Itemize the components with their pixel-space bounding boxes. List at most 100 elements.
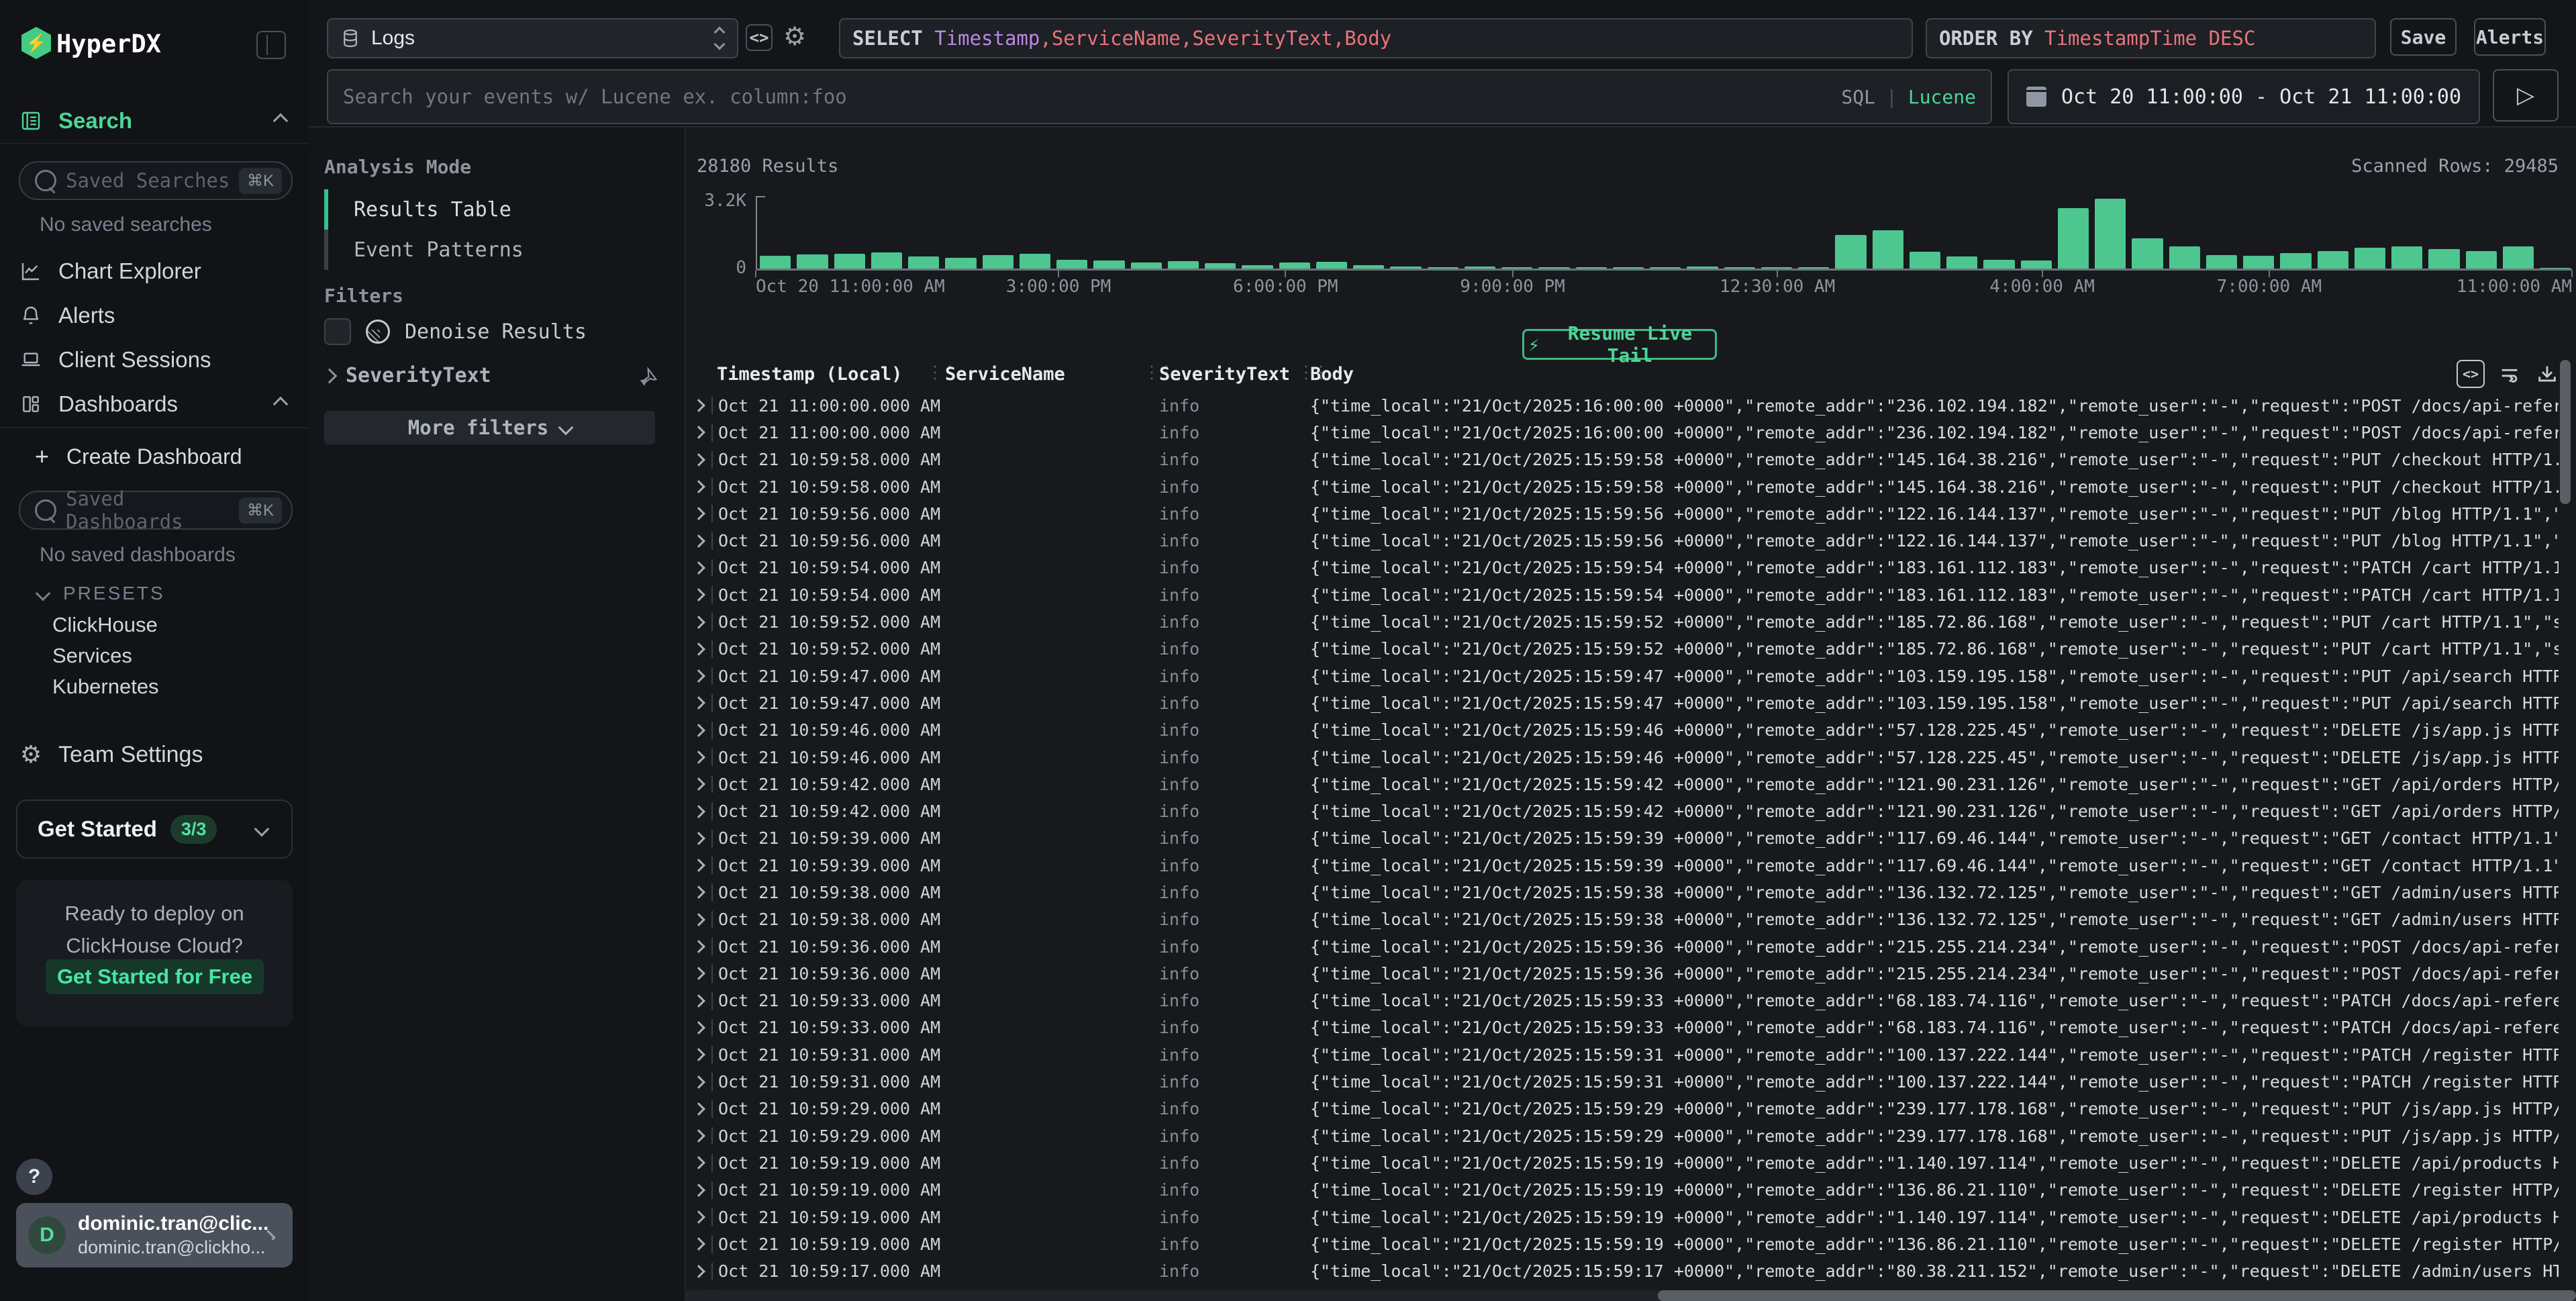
resume-live-tail-button[interactable]: ⚡ Resume Live Tail [1522,329,1717,360]
expand-row-chevron-icon[interactable] [692,913,705,926]
user-menu[interactable]: D dominic.tran@clic... dominic.tran@clic… [16,1203,293,1267]
save-button[interactable]: Save [2390,18,2457,56]
table-row[interactable]: Oct 21 10:59:54.000 AM info {"time_local… [685,555,2576,581]
table-row[interactable]: Oct 21 10:59:36.000 AM info {"time_local… [685,933,2576,960]
expand-row-chevron-icon[interactable] [692,777,705,791]
expand-row-chevron-icon[interactable] [692,751,705,764]
vertical-scrollbar-thumb[interactable] [2560,360,2571,504]
expand-row-chevron-icon[interactable] [692,1210,705,1224]
pin-icon[interactable] [640,366,660,386]
expand-row-chevron-icon[interactable] [692,697,705,710]
expand-row-chevron-icon[interactable] [692,1075,705,1089]
expand-row-chevron-icon[interactable] [692,426,705,440]
table-row[interactable]: Oct 21 10:59:36.000 AM info {"time_local… [685,960,2576,987]
table-row[interactable]: Oct 21 10:59:39.000 AM info {"time_local… [685,825,2576,852]
table-row[interactable]: Oct 21 10:59:38.000 AM info {"time_local… [685,906,2576,933]
expand-row-chevron-icon[interactable] [692,967,705,980]
wrap-lines-icon[interactable] [2497,361,2522,387]
mode-event-patterns[interactable]: Event Patterns [324,230,524,270]
get-started-for-free-button[interactable]: Get Started for Free [46,959,264,994]
expand-row-chevron-icon[interactable] [692,940,705,953]
expand-row-chevron-icon[interactable] [692,724,705,737]
table-row[interactable]: Oct 21 10:59:38.000 AM info {"time_local… [685,879,2576,906]
expand-row-chevron-icon[interactable] [692,534,705,548]
expand-row-chevron-icon[interactable] [692,507,705,520]
lucene-mode-toggle[interactable]: Lucene [1908,86,1976,108]
more-filters-button[interactable]: More filters [324,411,655,444]
alerts-button[interactable]: Alerts [2474,18,2546,56]
expand-row-chevron-icon[interactable] [692,1157,705,1170]
denoise-checkbox[interactable] [324,318,351,345]
table-row[interactable]: Oct 21 10:59:47.000 AM info {"time_local… [685,663,2576,689]
horizontal-scrollbar-thumb[interactable] [1658,1290,2576,1301]
sql-mode-toggle[interactable]: SQL [1841,86,1875,108]
expand-row-chevron-icon[interactable] [692,1021,705,1034]
expand-row-chevron-icon[interactable] [692,616,705,629]
preset-clickhouse[interactable]: ClickHouse [52,610,158,640]
raw-sql-icon[interactable]: <> [2457,360,2485,388]
table-row[interactable]: Oct 21 10:59:56.000 AM info {"time_local… [685,527,2576,554]
source-settings-gear-icon[interactable]: ⚙ [780,21,809,51]
sidebar-item-dashboards[interactable]: Dashboards [0,385,309,423]
table-row[interactable]: Oct 21 10:59:17.000 AM info {"time_local… [685,1258,2576,1285]
table-row[interactable]: Oct 21 10:59:52.000 AM info {"time_local… [685,608,2576,635]
expand-row-chevron-icon[interactable] [692,1102,705,1116]
table-row[interactable]: Oct 21 10:59:19.000 AM info {"time_local… [685,1177,2576,1204]
col-servicename[interactable]: ServiceName [945,364,1065,385]
expand-row-chevron-icon[interactable] [692,642,705,656]
table-row[interactable]: Oct 21 10:59:31.000 AM info {"time_local… [685,1068,2576,1095]
expand-row-chevron-icon[interactable] [692,886,705,900]
time-range-picker[interactable]: Oct 20 11:00:00 - Oct 21 11:00:00 [2008,69,2480,124]
table-row[interactable]: Oct 21 11:00:00.000 AM info {"time_local… [685,392,2576,419]
saved-dashboards-input[interactable]: Saved Dashboards ⌘K [19,491,293,530]
events-histogram[interactable] [760,196,2571,269]
table-row[interactable]: Oct 21 10:59:29.000 AM info {"time_local… [685,1122,2576,1149]
table-row[interactable]: Oct 21 10:59:46.000 AM info {"time_local… [685,717,2576,744]
presets-section-toggle[interactable]: PRESETS [38,583,165,604]
mode-results-table[interactable]: Results Table [324,189,524,230]
help-button[interactable]: ? [16,1159,52,1195]
lucene-search-input[interactable]: Search your events w/ Lucene ex. column:… [327,69,1992,124]
table-row[interactable]: Oct 21 10:59:39.000 AM info {"time_local… [685,852,2576,879]
sidebar-collapse-icon[interactable] [256,31,286,59]
expand-row-chevron-icon[interactable] [692,1184,705,1197]
chevron-up-icon[interactable] [273,397,289,412]
col-severitytext[interactable]: SeverityText [1159,364,1290,385]
expand-row-chevron-icon[interactable] [692,399,705,412]
expand-row-chevron-icon[interactable] [692,588,705,601]
expand-row-chevron-icon[interactable] [692,805,705,818]
get-started-toggle[interactable]: Get Started 3/3 [16,800,293,859]
sidebar-item-client-sessions[interactable]: Client Sessions [0,341,309,379]
chevron-up-icon[interactable] [273,113,289,129]
table-row[interactable]: Oct 21 10:59:46.000 AM info {"time_local… [685,744,2576,771]
table-row[interactable]: Oct 21 10:59:58.000 AM info {"time_local… [685,446,2576,473]
horizontal-scrollbar[interactable] [685,1290,2576,1301]
expand-row-chevron-icon[interactable] [692,1129,705,1143]
table-row[interactable]: Oct 21 10:59:58.000 AM info {"time_local… [685,473,2576,500]
sidebar-item-chart-explorer[interactable]: Chart Explorer [0,252,309,290]
expand-row-chevron-icon[interactable] [692,832,705,845]
table-row[interactable]: Oct 21 10:59:52.000 AM info {"time_local… [685,636,2576,663]
table-row[interactable]: Oct 21 10:59:54.000 AM info {"time_local… [685,581,2576,608]
download-icon[interactable] [2534,361,2560,387]
vertical-scrollbar[interactable] [2560,360,2571,1286]
table-row[interactable]: Oct 21 10:59:42.000 AM info {"time_local… [685,771,2576,798]
col-timestamp[interactable]: Timestamp (Local) [717,364,902,385]
severitytext-filter-group[interactable]: SeverityText [324,364,660,387]
sidebar-item-team-settings[interactable]: ⚙ Team Settings [0,736,309,773]
table-row[interactable]: Oct 21 10:59:47.000 AM info {"time_local… [685,689,2576,716]
table-row[interactable]: Oct 21 10:59:19.000 AM info {"time_local… [685,1204,2576,1231]
sidebar-item-alerts[interactable]: Alerts [0,297,309,334]
table-row[interactable]: Oct 21 10:59:33.000 AM info {"time_local… [685,987,2576,1014]
source-select[interactable]: Logs [327,18,738,58]
table-row[interactable]: Oct 21 10:59:33.000 AM info {"time_local… [685,1014,2576,1041]
sql-editor-icon-button[interactable]: <> [746,24,773,51]
table-row[interactable]: Oct 21 10:59:19.000 AM info {"time_local… [685,1231,2576,1257]
table-row[interactable]: Oct 21 10:59:19.000 AM info {"time_local… [685,1149,2576,1176]
select-columns-input[interactable]: SELECT Timestamp,ServiceName,SeverityTex… [839,18,1913,58]
create-dashboard-button[interactable]: + Create Dashboard [0,439,309,474]
table-row[interactable]: Oct 21 11:00:00.000 AM info {"time_local… [685,419,2576,446]
expand-row-chevron-icon[interactable] [692,994,705,1008]
expand-row-chevron-icon[interactable] [692,480,705,493]
expand-row-chevron-icon[interactable] [692,453,705,467]
